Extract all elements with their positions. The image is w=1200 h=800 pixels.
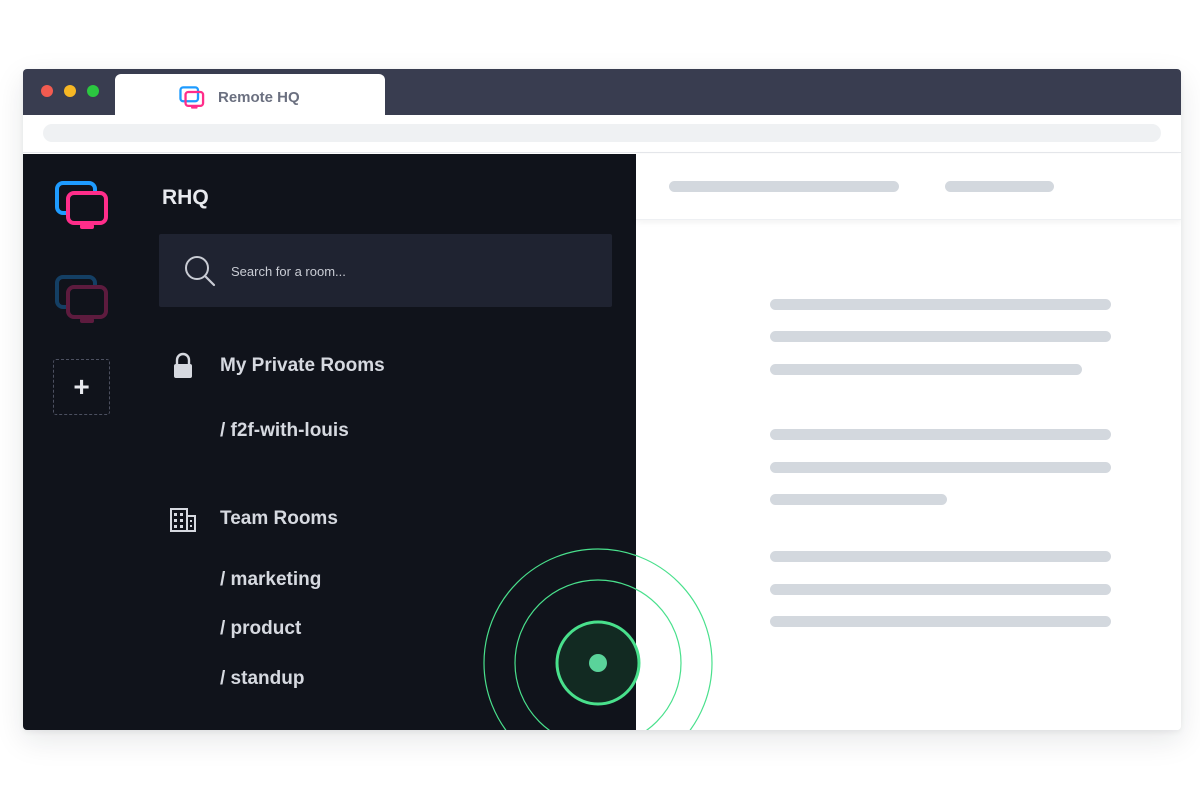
section-label: Team Rooms (220, 508, 338, 529)
room-link[interactable]: / f2f-with-louis (220, 420, 349, 442)
text-placeholder (770, 462, 1111, 473)
maximize-window-button[interactable] (87, 85, 99, 97)
section-private-rooms: My Private Rooms (169, 352, 385, 380)
text-placeholder (770, 551, 1111, 562)
header-placeholder (945, 181, 1054, 192)
minimize-window-button[interactable] (64, 85, 76, 97)
browser-titlebar: Remote HQ (23, 69, 1181, 115)
workspace-rail: + (23, 154, 139, 730)
text-placeholder (770, 364, 1082, 375)
lock-icon (174, 352, 192, 378)
workspace-secondary-logo-icon[interactable] (54, 274, 110, 326)
room-link[interactable]: / marketing (220, 569, 321, 591)
text-placeholder (770, 494, 947, 505)
rooms-sidebar: RHQ My Private Rooms / f2f-with-louis (139, 154, 636, 730)
section-team-rooms: Team Rooms (169, 505, 338, 533)
browser-window: Remote HQ + RHQ Search for a room... My … (23, 69, 1181, 730)
browser-tab[interactable]: Remote HQ (115, 74, 385, 115)
close-window-button[interactable] (41, 85, 53, 97)
app-area: + RHQ My Private Rooms / f2f-with-loui (23, 154, 1181, 730)
text-placeholder (770, 429, 1111, 440)
room-search[interactable] (159, 234, 612, 307)
address-bar[interactable] (43, 124, 1161, 142)
room-link[interactable]: / standup (220, 668, 304, 690)
search-icon (185, 256, 216, 287)
text-placeholder (770, 299, 1111, 310)
org-name: RHQ (162, 186, 209, 209)
header-placeholder (669, 181, 899, 192)
text-placeholder (770, 584, 1111, 595)
tab-title: Remote HQ (218, 89, 300, 106)
content-header (636, 154, 1181, 220)
section-label: My Private Rooms (220, 355, 385, 376)
building-icon (170, 508, 196, 532)
room-content-area (636, 154, 1181, 730)
room-link[interactable]: / product (220, 618, 301, 640)
search-input[interactable] (231, 261, 591, 281)
remote-hq-logo-icon (179, 86, 205, 109)
browser-toolbar (23, 115, 1181, 153)
workspace-rhq-logo-icon[interactable] (54, 180, 110, 232)
text-placeholder (770, 331, 1111, 342)
text-placeholder (770, 616, 1111, 627)
add-workspace-button[interactable]: + (53, 359, 110, 415)
